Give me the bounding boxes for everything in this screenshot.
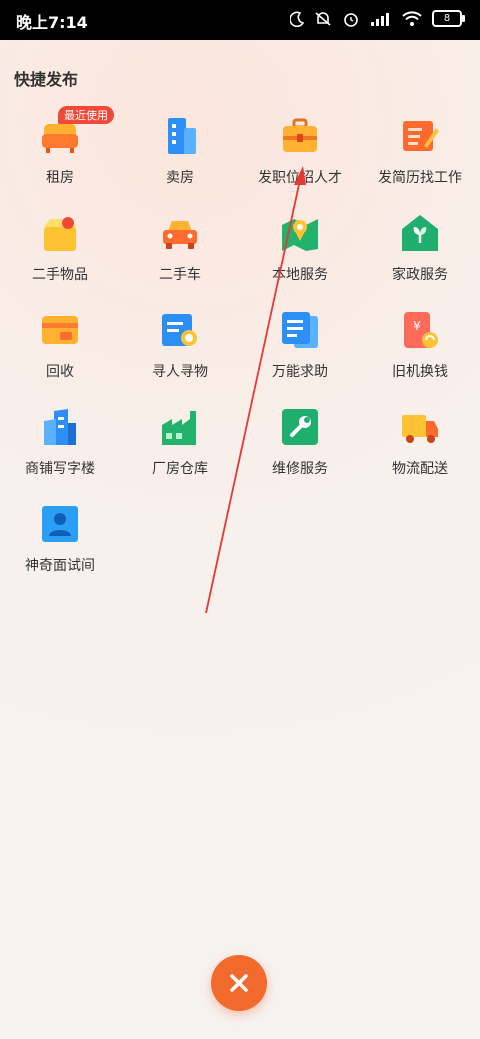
item-label: 二手车 bbox=[159, 267, 201, 283]
job-briefcase-icon bbox=[280, 116, 320, 156]
item-label: 发职位招人才 bbox=[258, 170, 342, 186]
status-time: 晚上7:14 bbox=[16, 13, 88, 32]
item-local-service[interactable]: 本地服务 bbox=[240, 205, 360, 301]
item-label: 卖房 bbox=[166, 170, 194, 186]
recycle-card-icon bbox=[40, 310, 80, 350]
item-label: 神奇面试间 bbox=[25, 558, 95, 574]
cellular-signal-icon bbox=[371, 12, 389, 26]
item-rent[interactable]: 最近使用 租房 bbox=[0, 106, 120, 204]
quick-publish-panel: 快捷发布 最近使用 租房 卖房 发职位招人才 发简历找工作 二手物品 二手车 本… bbox=[0, 40, 480, 1039]
help-document-icon bbox=[280, 310, 320, 350]
sell-building-icon bbox=[160, 116, 200, 156]
item-lost-found[interactable]: 寻人寻物 bbox=[120, 302, 240, 398]
item-interview-room[interactable]: 神奇面试间 bbox=[0, 496, 120, 592]
status-icons: 8 bbox=[290, 10, 465, 27]
logistics-truck-icon bbox=[400, 407, 440, 447]
item-label: 维修服务 bbox=[272, 461, 328, 477]
svg-text:¥: ¥ bbox=[413, 319, 421, 333]
item-repair-service[interactable]: 维修服务 bbox=[240, 399, 360, 495]
item-office-shop[interactable]: 商铺写字楼 bbox=[0, 399, 120, 495]
item-used-car[interactable]: 二手车 bbox=[120, 205, 240, 301]
item-label: 商铺写字楼 bbox=[25, 461, 95, 477]
item-label: 家政服务 bbox=[392, 267, 448, 283]
housekeeping-house-icon bbox=[400, 213, 440, 253]
item-logistics[interactable]: 物流配送 bbox=[360, 399, 480, 495]
repair-wrench-icon bbox=[280, 407, 320, 447]
factory-warehouse-icon bbox=[160, 407, 200, 447]
item-sell-house[interactable]: 卖房 bbox=[120, 108, 240, 204]
interview-person-icon bbox=[40, 504, 80, 544]
item-post-resume[interactable]: 发简历找工作 bbox=[360, 108, 480, 204]
item-post-job[interactable]: 发职位招人才 bbox=[240, 108, 360, 204]
status-bar: 晚上7:14 8 bbox=[0, 0, 480, 40]
section-title: 快捷发布 bbox=[14, 70, 79, 89]
item-label: 寻人寻物 bbox=[152, 364, 208, 380]
resume-document-icon bbox=[400, 116, 440, 156]
item-label: 二手物品 bbox=[32, 267, 88, 283]
alarm-icon bbox=[344, 12, 358, 27]
old-phone-cash-icon: ¥ bbox=[400, 310, 440, 350]
item-secondhand-goods[interactable]: 二手物品 bbox=[0, 205, 120, 301]
item-label: 回收 bbox=[46, 364, 74, 380]
item-housekeeping[interactable]: 家政服务 bbox=[360, 205, 480, 301]
battery-icon: 8 bbox=[432, 10, 465, 27]
item-label: 旧机换钱 bbox=[392, 364, 448, 380]
used-car-icon bbox=[160, 213, 200, 253]
item-label: 物流配送 bbox=[392, 461, 448, 477]
item-label: 发简历找工作 bbox=[378, 170, 462, 186]
office-building-icon bbox=[40, 407, 80, 447]
item-factory-warehouse[interactable]: 厂房仓库 bbox=[120, 399, 240, 495]
item-label: 租房 bbox=[46, 170, 74, 186]
moon-icon bbox=[290, 11, 304, 27]
search-person-item-icon bbox=[160, 310, 200, 350]
close-icon bbox=[230, 974, 248, 992]
secondhand-box-icon bbox=[40, 213, 80, 253]
item-old-phone-cash[interactable]: ¥ 旧机换钱 bbox=[360, 302, 480, 398]
close-button[interactable] bbox=[211, 955, 267, 1011]
item-label: 本地服务 bbox=[272, 267, 328, 283]
wifi-icon bbox=[402, 10, 422, 26]
item-universal-help[interactable]: 万能求助 bbox=[240, 302, 360, 398]
item-label: 万能求助 bbox=[272, 364, 328, 380]
item-label: 厂房仓库 bbox=[152, 461, 208, 477]
item-recycle[interactable]: 回收 bbox=[0, 302, 120, 398]
local-service-map-icon bbox=[280, 213, 320, 253]
mute-bell-icon bbox=[315, 11, 331, 26]
recent-badge: 最近使用 bbox=[58, 106, 114, 124]
